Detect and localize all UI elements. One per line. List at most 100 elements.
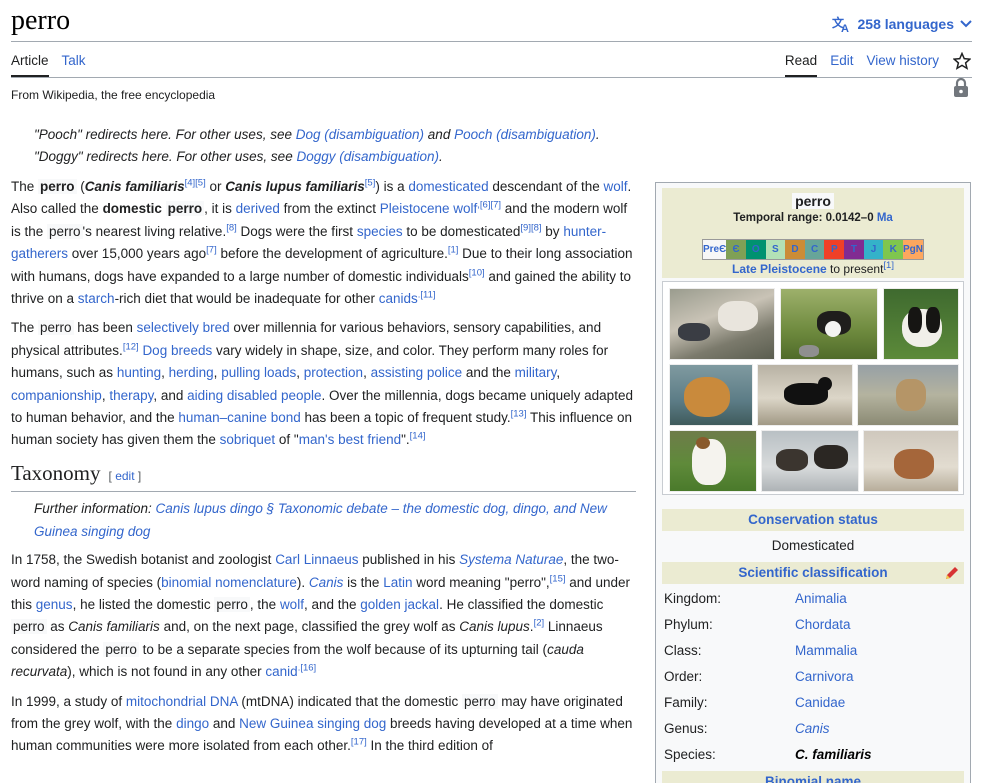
citation-ref[interactable]: [13]: [511, 409, 527, 420]
hatnote-link[interactable]: Dog (disambiguation): [296, 127, 424, 142]
wiki-link[interactable]: man's best friend: [299, 432, 401, 447]
wiki-link[interactable]: selectively bred: [137, 320, 230, 335]
dog-photo[interactable]: [669, 288, 775, 360]
citation-ref[interactable]: [14]: [410, 431, 426, 442]
phylum-link[interactable]: Chordata: [795, 617, 851, 632]
dog-photo[interactable]: [669, 430, 757, 492]
language-selector-button[interactable]: 文A 258 languages: [832, 15, 973, 33]
timebar-segment[interactable]: J: [863, 240, 884, 259]
timebar-segment[interactable]: O: [745, 240, 766, 259]
dog-photo[interactable]: [883, 288, 959, 360]
wiki-link[interactable]: Latin: [383, 575, 412, 590]
dog-photo[interactable]: [857, 364, 959, 426]
citation-ref[interactable]: [12]: [123, 341, 139, 352]
binomial-name-header[interactable]: Binomial name: [662, 771, 964, 783]
citation-ref[interactable]: [7]: [206, 245, 217, 256]
citation-ref[interactable]: ,[6][7]: [477, 200, 501, 211]
citation-ref[interactable]: [2]: [534, 618, 545, 629]
wiki-link[interactable]: Canis: [309, 575, 344, 590]
section-edit-link[interactable]: edit: [115, 469, 134, 483]
timebar-segment[interactable]: K: [883, 240, 904, 259]
text-run: (mtDNA) indicated that the domestic: [237, 693, 462, 709]
wiki-link[interactable]: Systema Naturae: [459, 552, 563, 567]
temporal-range: Temporal range: 0.0142–0 Ma: [733, 212, 893, 224]
text-run: , he listed the domestic: [72, 596, 215, 612]
order-link[interactable]: Carnivora: [795, 669, 854, 684]
wiki-link[interactable]: sobriquet: [220, 432, 276, 447]
citation-ref[interactable]: [4][5]: [185, 178, 206, 189]
wiki-link[interactable]: herding: [169, 365, 214, 380]
citation-ref[interactable]: [1]: [448, 245, 459, 256]
tab-talk[interactable]: Talk: [62, 53, 86, 77]
dog-photo[interactable]: [669, 364, 753, 426]
wiki-link[interactable]: therapy: [109, 388, 153, 403]
citation-ref[interactable]: [1]: [883, 260, 894, 271]
wiki-link[interactable]: pulling loads: [221, 365, 296, 380]
tab-read[interactable]: Read: [784, 53, 818, 77]
wiki-link[interactable]: aiding disabled people: [187, 388, 321, 403]
tab-edit[interactable]: Edit: [830, 53, 853, 77]
hatnote-link[interactable]: Doggy (disambiguation): [296, 149, 439, 164]
wiki-link[interactable]: domesticated: [408, 179, 488, 194]
timebar-segment[interactable]: P: [824, 240, 845, 259]
tab-article[interactable]: Article: [11, 53, 49, 77]
tab-view-history[interactable]: View history: [866, 53, 939, 77]
dog-photo[interactable]: [863, 430, 959, 492]
pencil-icon[interactable]: [944, 565, 960, 581]
class-link[interactable]: Mammalia: [795, 643, 857, 658]
star-icon[interactable]: [953, 52, 971, 70]
ma-link[interactable]: Ma: [877, 212, 893, 224]
wiki-link[interactable]: Pleistocene wolf: [380, 201, 478, 216]
scientific-classification-header[interactable]: Scientific classification: [662, 562, 964, 584]
wiki-link[interactable]: starch: [78, 291, 115, 306]
genus-link[interactable]: Canis: [795, 721, 830, 736]
hatnote-link[interactable]: Pooch (disambiguation): [454, 127, 596, 142]
wiki-link[interactable]: hunting: [117, 365, 161, 380]
wiki-link[interactable]: canid: [265, 664, 297, 679]
dog-photo[interactable]: [780, 288, 878, 360]
wiki-link[interactable]: binomial nomenclature: [161, 575, 297, 590]
wiki-link[interactable]: human–canine bond: [178, 410, 300, 425]
family-link[interactable]: Canidae: [795, 695, 845, 710]
conservation-status-header[interactable]: Conservation status: [662, 509, 964, 531]
timebar-segment[interactable]: C: [804, 240, 825, 259]
wiki-link[interactable]: canids: [379, 291, 418, 306]
wiki-link[interactable]: genus: [36, 597, 73, 612]
late-pleistocene-link[interactable]: Late Pleistocene: [732, 262, 827, 276]
wiki-link[interactable]: military: [515, 365, 557, 380]
timebar-segment[interactable]: D: [785, 240, 805, 259]
wiki-link[interactable]: mitochondrial DNA: [126, 694, 238, 709]
wiki-link[interactable]: New Guinea singing dog: [239, 716, 386, 731]
citation-ref[interactable]: [5]: [365, 178, 376, 189]
citation-ref[interactable]: [9][8]: [520, 222, 541, 233]
citation-ref[interactable]: .[11]: [418, 290, 436, 301]
timebar-segment[interactable]: Є: [726, 240, 746, 259]
wiki-link[interactable]: protection: [304, 365, 363, 380]
taxobox-image-collage[interactable]: [662, 281, 964, 495]
citation-ref[interactable]: [10]: [469, 267, 485, 278]
dog-photo[interactable]: [761, 430, 859, 492]
wiki-link[interactable]: assisting police: [371, 365, 463, 380]
body-paragraph: In 1999, a study of mitochondrial DNA (m…: [11, 691, 636, 758]
wiki-link[interactable]: golden jackal: [360, 597, 439, 612]
kingdom-link[interactable]: Animalia: [795, 591, 847, 606]
citation-ref[interactable]: [8]: [226, 222, 237, 233]
classification-row: Family: Canidae: [664, 695, 846, 710]
timebar-segment[interactable]: PreЄ: [703, 240, 727, 259]
wiki-link[interactable]: dingo: [176, 716, 209, 731]
wiki-link[interactable]: Dog breeds: [142, 343, 212, 358]
timebar-segment[interactable]: S: [765, 240, 786, 259]
wiki-link[interactable]: species: [357, 224, 403, 239]
citation-ref[interactable]: .[16]: [298, 663, 317, 674]
wiki-link[interactable]: wolf: [603, 179, 627, 194]
lock-icon[interactable]: [953, 78, 969, 98]
dog-photo[interactable]: [757, 364, 853, 426]
wiki-link[interactable]: derived: [236, 201, 280, 216]
timebar-segment[interactable]: PgN: [903, 240, 924, 259]
wiki-link[interactable]: Carl Linnaeus: [275, 552, 358, 567]
wiki-link[interactable]: companionship: [11, 388, 102, 403]
timebar-segment[interactable]: T: [844, 240, 864, 259]
citation-ref[interactable]: [17]: [351, 737, 367, 748]
wiki-link[interactable]: wolf: [280, 597, 304, 612]
citation-ref[interactable]: [15]: [550, 573, 566, 584]
